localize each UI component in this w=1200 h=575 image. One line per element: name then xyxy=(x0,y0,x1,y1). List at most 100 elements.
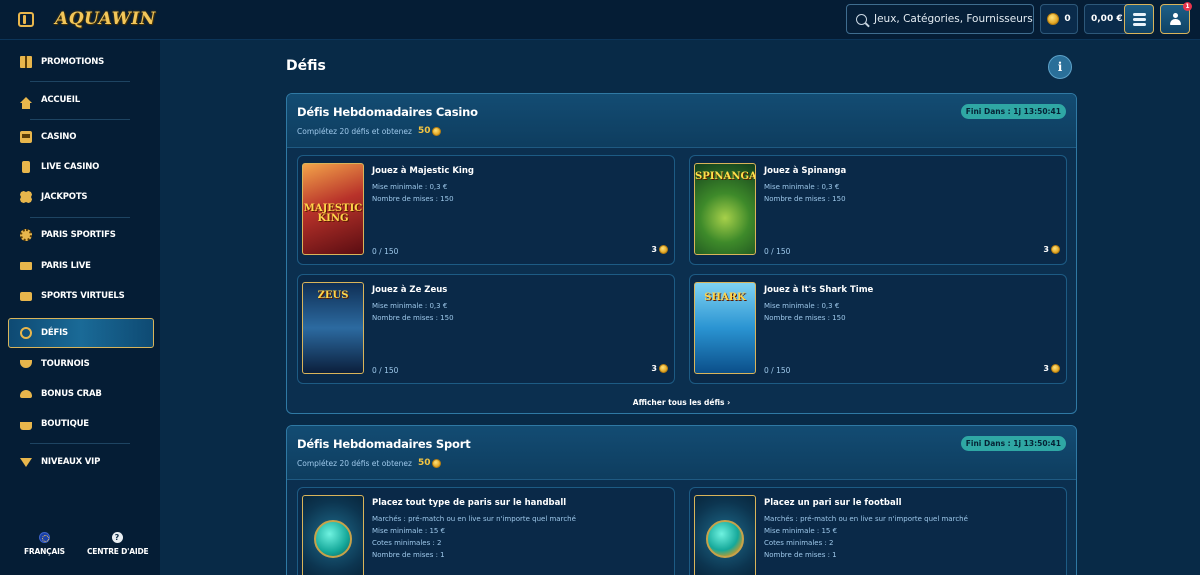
user-icon xyxy=(1169,12,1182,26)
sports-ball-icon xyxy=(20,229,32,241)
sidebar-item-jackpots[interactable]: JACKPOTS xyxy=(8,185,154,209)
challenge-card-football[interactable]: Placez un pari sur le football Marchés :… xyxy=(689,487,1067,575)
logo[interactable]: AQUAWIN xyxy=(55,9,156,29)
challenge-card-spinanga[interactable]: SPINANGA Jouez à Spinanga Mise minimale … xyxy=(689,155,1067,265)
info-button[interactable]: i xyxy=(1048,55,1072,79)
phone-icon xyxy=(22,161,30,173)
sidebar-item-casino[interactable]: CASINO xyxy=(8,125,154,149)
coin-icon xyxy=(1051,245,1060,254)
user-account-button[interactable]: 1 xyxy=(1160,2,1192,34)
card-reward: 3 xyxy=(651,364,668,373)
sidebar-item-sports-virtuels[interactable]: SPORTS VIRTUELS xyxy=(8,284,154,308)
coin-icon xyxy=(659,245,668,254)
sidebar-toggle-icon[interactable] xyxy=(18,12,34,27)
tv-icon xyxy=(20,291,32,301)
subtitle-text: Complétez 20 défis et obtenez xyxy=(297,458,412,468)
panel-subtitle: Complétez 20 défis et obtenez 50 xyxy=(297,458,442,468)
card-title: Jouez à Majestic King xyxy=(372,166,474,176)
notification-badge: 1 xyxy=(1183,2,1192,11)
trophy-icon xyxy=(20,360,32,368)
sidebar-item-label: SPORTS VIRTUELS xyxy=(41,291,125,301)
countdown-badge: Fini Dans : 1j 13:50:41 xyxy=(960,436,1066,451)
progress-count: 0 / 150 xyxy=(764,366,791,375)
sidebar-item-tournois[interactable]: TOURNOIS xyxy=(8,352,154,376)
challenge-card-shark-time[interactable]: SHARK Jouez à It's Shark Time Mise minim… xyxy=(689,274,1067,384)
coins-value: 0 xyxy=(1064,14,1071,24)
sidebar-item-paris-sportifs[interactable]: PARIS SPORTIFS xyxy=(8,223,154,247)
gift-icon xyxy=(20,56,32,68)
sidebar-item-bonus-crab[interactable]: BONUS CRAB xyxy=(8,382,154,406)
card-detail: Nombre de mises : 1 xyxy=(372,551,445,559)
wallet-balance[interactable]: 0,00 € xyxy=(1084,4,1154,34)
coin-icon xyxy=(432,458,442,468)
panel-title: Défis Hebdomadaires Casino xyxy=(297,105,478,119)
live-icon xyxy=(20,262,32,270)
card-detail: Nombre de mises : 150 xyxy=(372,195,454,203)
card-detail: Nombre de mises : 1 xyxy=(764,551,837,559)
card-detail: Nombre de mises : 150 xyxy=(372,314,454,322)
slot-machine-icon xyxy=(20,131,32,143)
card-title: Placez un pari sur le football xyxy=(764,498,902,508)
sidebar-item-niveaux-vip[interactable]: NIVEAUX VIP xyxy=(8,450,154,474)
show-all-challenges-link[interactable]: Afficher tous les défis › xyxy=(287,398,1076,407)
crab-icon xyxy=(20,390,32,398)
sidebar-item-paris-live[interactable]: PARIS LIVE xyxy=(8,254,154,278)
coins-balance[interactable]: 0 xyxy=(1040,4,1078,34)
diamond-icon xyxy=(20,457,32,467)
sidebar: PROMOTIONS ACCUEIL CASINO LIVE CASINO JA… xyxy=(0,40,160,575)
search-input[interactable]: Jeux, Catégories, Fournisseurs xyxy=(846,4,1034,34)
coin-icon xyxy=(1047,13,1060,25)
sport-challenges-panel: Défis Hebdomadaires Sport Complétez 20 d… xyxy=(286,425,1077,575)
challenge-card-handball[interactable]: Placez tout type de paris sur le handbal… xyxy=(297,487,675,575)
sidebar-item-label: NIVEAUX VIP xyxy=(41,457,101,467)
card-detail: Nombre de mises : 150 xyxy=(764,195,846,203)
thumbnail-label: MAJESTIC KING xyxy=(303,203,363,224)
card-title: Jouez à It's Shark Time xyxy=(764,285,874,295)
sidebar-item-defis[interactable]: DÉFIS xyxy=(8,318,154,348)
subtitle-text: Complétez 20 défis et obtenez xyxy=(297,126,412,136)
sidebar-item-label: CASINO xyxy=(41,132,77,142)
sidebar-item-label: ACCUEIL xyxy=(41,95,80,105)
card-detail: Mise minimale : 15 € xyxy=(764,527,838,535)
card-reward: 3 xyxy=(1043,245,1060,254)
card-detail: Mise minimale : 0,3 € xyxy=(764,183,840,191)
sidebar-item-promotions[interactable]: PROMOTIONS xyxy=(8,50,154,74)
sidebar-item-label: LIVE CASINO xyxy=(41,162,100,172)
thumbnail-label: SPINANGA xyxy=(695,171,756,182)
challenge-card-majestic-king[interactable]: MAJESTIC KING Jouez à Majestic King Mise… xyxy=(297,155,675,265)
sidebar-item-boutique[interactable]: BOUTIQUE xyxy=(8,412,154,436)
home-icon xyxy=(20,97,32,109)
game-thumbnail xyxy=(302,495,364,575)
reward-value: 3 xyxy=(1043,364,1049,373)
card-reward: 3 xyxy=(1043,364,1060,373)
sidebar-item-accueil[interactable]: ACCUEIL xyxy=(8,88,154,112)
coin-icon xyxy=(659,364,668,373)
sidebar-item-label: BONUS CRAB xyxy=(41,389,102,399)
teal-ball-icon xyxy=(314,520,352,558)
thumbnail-label: SHARK xyxy=(704,292,746,303)
card-detail: Marchés : pré-match ou en live sur n'imp… xyxy=(764,515,968,523)
challenge-card-ze-zeus[interactable]: ZEUS Jouez à Ze Zeus Mise minimale : 0,3… xyxy=(297,274,675,384)
panel-header: Défis Hebdomadaires Casino Complétez 20 … xyxy=(287,94,1076,148)
sidebar-item-live-casino[interactable]: LIVE CASINO xyxy=(8,155,154,179)
page-title: Défis xyxy=(286,58,326,74)
search-icon xyxy=(856,13,867,25)
progress-count: 0 / 150 xyxy=(764,247,791,256)
card-title: Placez tout type de paris sur le handbal… xyxy=(372,498,567,508)
balance-value: 0,00 € xyxy=(1091,14,1123,24)
card-detail: Marchés : pré-match ou en live sur n'imp… xyxy=(372,515,576,523)
panel-title: Défis Hebdomadaires Sport xyxy=(297,437,471,451)
reward-value: 3 xyxy=(651,245,657,254)
divider xyxy=(30,81,130,82)
sidebar-item-label: PARIS SPORTIFS xyxy=(41,230,116,240)
language-selector[interactable]: FRANÇAIS xyxy=(24,532,65,556)
countdown-badge: Fini Dans : 1j 13:50:41 xyxy=(960,104,1066,119)
coin-icon xyxy=(1051,364,1060,373)
help-label: CENTRE D'AIDE xyxy=(87,547,149,556)
game-thumbnail: SHARK xyxy=(694,282,756,374)
basket-icon xyxy=(20,421,32,430)
card-detail: Mise minimale : 15 € xyxy=(372,527,446,535)
help-center-link[interactable]: ? CENTRE D'AIDE xyxy=(87,532,149,556)
card-detail: Mise minimale : 0,3 € xyxy=(764,302,840,310)
deposit-button[interactable] xyxy=(1124,4,1154,34)
